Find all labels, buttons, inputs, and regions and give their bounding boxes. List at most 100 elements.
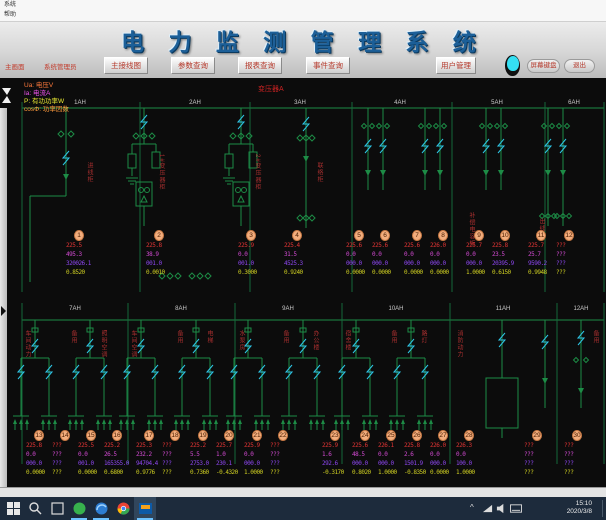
- cluster-value: 225.5: [78, 441, 104, 450]
- cluster-value: 225.8: [146, 241, 172, 250]
- measurement-cluster[interactable]: 4225.431.54525.30.9240: [284, 230, 310, 277]
- measurement-cluster[interactable]: 9225.70.0000.01.0000: [466, 230, 492, 277]
- measurement-cluster[interactable]: 12????????????: [556, 230, 582, 277]
- cluster-value: 0.8020: [352, 468, 378, 477]
- collapsed-panel-strip[interactable]: [0, 108, 7, 487]
- measurement-cluster[interactable]: 25226.10.0000.01.0000: [378, 430, 404, 477]
- menu-system[interactable]: 系统: [4, 2, 16, 9]
- cluster-value: ???: [52, 441, 78, 450]
- user-management-button[interactable]: 用户管理: [436, 57, 476, 74]
- tray-overflow-caret[interactable]: ^: [470, 503, 474, 512]
- cluster-value: 225.4: [284, 241, 310, 250]
- cluster-value: ???: [52, 468, 78, 477]
- taskbar-app-edge[interactable]: [90, 497, 112, 520]
- cluster-value: 226.0: [430, 241, 456, 250]
- cluster-number-badge: 12: [564, 230, 574, 241]
- measurement-cluster[interactable]: 28226.30.0100.01.0000: [456, 430, 482, 477]
- measurement-cluster[interactable]: 8226.00.0000.00.0000: [430, 230, 456, 277]
- taskbar: ^ 15:10 2020/3/8: [0, 497, 606, 520]
- taskbar-app-active[interactable]: [134, 497, 156, 520]
- measurement-cluster[interactable]: 18????????????: [162, 430, 188, 477]
- measurement-cluster[interactable]: 22????????????: [270, 430, 296, 477]
- expand-arrow-icon[interactable]: [1, 306, 6, 316]
- measurement-cluster[interactable]: 2225.838.9001.00.0010: [146, 230, 172, 277]
- cluster-value: 1.0000: [466, 268, 492, 277]
- cluster-value: 0.0: [238, 250, 264, 259]
- measurement-cluster[interactable]: 10225.823.520395.90.6150: [492, 230, 518, 277]
- measurement-cluster[interactable]: 24225.648.5000.00.8020: [352, 430, 378, 477]
- keyboard-icon[interactable]: [510, 503, 522, 514]
- legend-item: cosΦ: 功率因数: [24, 106, 69, 114]
- bay-header: 4AH: [394, 100, 406, 106]
- feeder-label: 车间动力: [24, 330, 30, 358]
- cluster-value: ???: [270, 468, 296, 477]
- main-wiring-diagram-button[interactable]: 主接线图: [104, 57, 148, 74]
- window-titlebar: 系统 帮助: [0, 0, 606, 22]
- measurement-cluster[interactable]: 16225.226.5165355.00.6800: [104, 430, 130, 477]
- measurement-cluster[interactable]: 6225.60.0000.00.0000: [372, 230, 398, 277]
- measurement-cluster[interactable]: 27226.00.0000.00.0000: [430, 430, 456, 477]
- feeder-label: 消防动力: [456, 330, 462, 358]
- measurement-cluster[interactable]: 5225.60.0000.00.0000: [346, 230, 372, 277]
- cluster-number-badge: 24: [360, 430, 370, 441]
- cluster-value: 0.0: [430, 250, 456, 259]
- cluster-number-badge: 20: [224, 430, 234, 441]
- measurement-cluster[interactable]: 1225.5495.3320026.10.8520: [66, 230, 92, 277]
- show-desktop-divider[interactable]: [602, 500, 603, 517]
- measurement-cluster[interactable]: 20225.71.0230.1-0.4320: [216, 430, 242, 477]
- measurement-cluster[interactable]: 7225.60.0000.00.0000: [404, 230, 430, 277]
- cluster-value: 232.2: [136, 450, 162, 459]
- network-icon[interactable]: [482, 503, 493, 514]
- measurement-cluster[interactable]: 26225.82.61501.9-0.8350: [404, 430, 430, 477]
- cluster-value: 0.9776: [136, 468, 162, 477]
- bay-header: 1AH: [74, 100, 86, 106]
- cluster-number-badge: 17: [144, 430, 154, 441]
- measurement-cluster[interactable]: 15225.50.0001.00.0000: [78, 430, 104, 477]
- cluster-value: 0.0000: [430, 268, 456, 277]
- event-query-button[interactable]: 事件查询: [306, 57, 350, 74]
- measurement-cluster[interactable]: 13225.80.0000.00.0000: [26, 430, 52, 477]
- parameter-query-button[interactable]: 参数查询: [171, 57, 215, 74]
- cluster-number-badge: 1: [74, 230, 84, 241]
- windows-start-icon[interactable]: [6, 501, 21, 516]
- cluster-value: ???: [564, 450, 590, 459]
- cluster-value: 165355.0: [104, 459, 130, 468]
- cluster-value: ???: [556, 268, 582, 277]
- task-view-icon[interactable]: [50, 501, 65, 516]
- bay-header: 3AH: [294, 100, 306, 106]
- search-icon[interactable]: [28, 501, 43, 516]
- measurement-cluster[interactable]: 29????????????: [524, 430, 550, 477]
- cluster-value: 5.5: [190, 450, 216, 459]
- report-query-button[interactable]: 报表查询: [238, 57, 282, 74]
- menu-help[interactable]: 帮助: [4, 12, 16, 19]
- screen-keyboard-button[interactable]: 屏幕键盘: [527, 59, 560, 73]
- exit-button[interactable]: 退出: [564, 59, 595, 73]
- measurement-cluster[interactable]: 30????????????: [564, 430, 590, 477]
- cluster-value: 0.0000: [430, 468, 456, 477]
- measurement-cluster[interactable]: 23225.91.6292.6-0.3170: [322, 430, 348, 477]
- taskbar-clock[interactable]: 15:10 2020/3/8: [567, 500, 592, 516]
- cluster-value: 0.0: [404, 250, 430, 259]
- measurement-cluster[interactable]: 17225.3232.294704.40.9776: [136, 430, 162, 477]
- clock-time: 15:10: [567, 500, 592, 508]
- cluster-value: 001.0: [146, 259, 172, 268]
- cluster-value: ???: [556, 250, 582, 259]
- measurement-cluster[interactable]: 3225.90.0001.00.3000: [238, 230, 264, 277]
- cluster-value: 225.7: [528, 241, 554, 250]
- cluster-value: 26.5: [104, 450, 130, 459]
- cluster-number-badge: 22: [278, 430, 288, 441]
- cluster-value: 20395.9: [492, 259, 518, 268]
- taskbar-app-chrome[interactable]: [112, 497, 134, 520]
- cluster-value: 225.2: [190, 441, 216, 450]
- cluster-value: 225.5: [66, 241, 92, 250]
- feeder-label: 路灯: [420, 330, 426, 344]
- cluster-number-badge: 2: [154, 230, 164, 241]
- volume-icon[interactable]: [496, 503, 507, 514]
- measurement-cluster[interactable]: 14????????????: [52, 430, 78, 477]
- cluster-number-badge: 8: [438, 230, 448, 241]
- taskbar-app-hmi[interactable]: [68, 497, 90, 520]
- measurement-cluster[interactable]: 21225.90.0000.01.0000: [244, 430, 270, 477]
- measurement-cluster[interactable]: 11225.725.79590.20.9948: [528, 230, 554, 277]
- measurement-cluster[interactable]: 19225.25.52753.00.7360: [190, 430, 216, 477]
- cluster-number-badge: 3: [246, 230, 256, 241]
